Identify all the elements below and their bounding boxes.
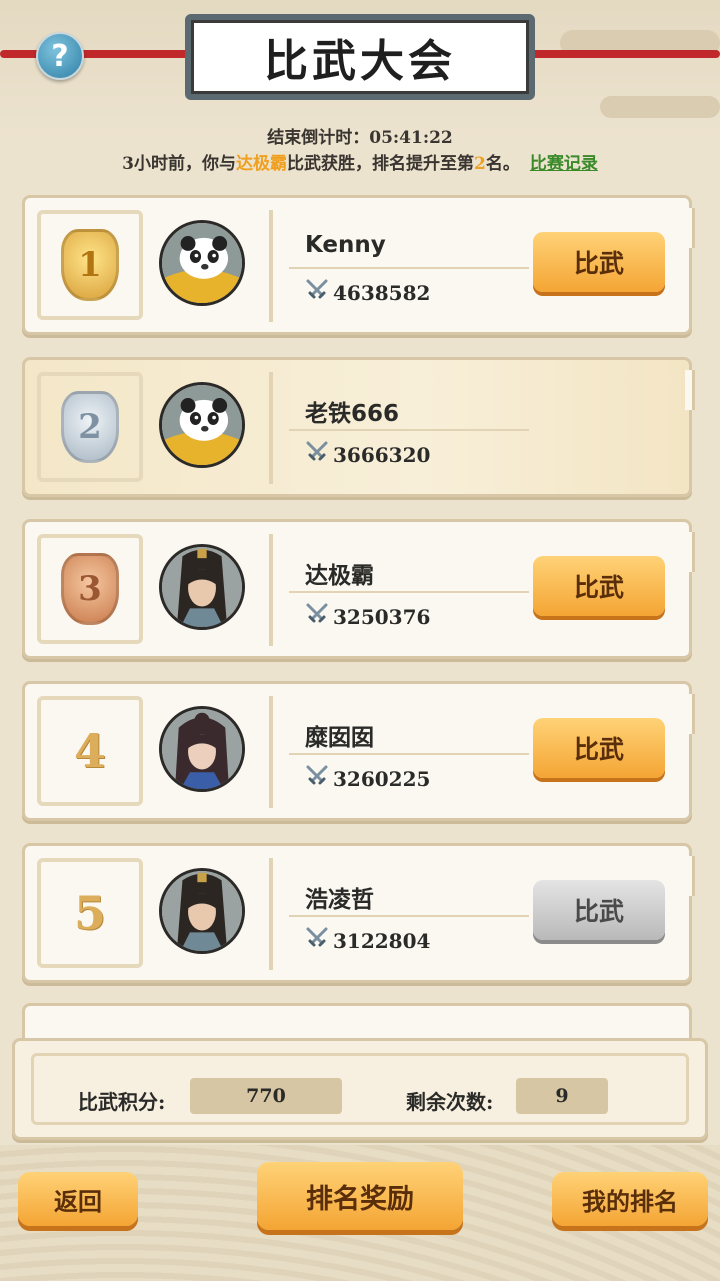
divider: [289, 915, 529, 917]
rank-box: 1: [37, 210, 143, 320]
rank-box: 2: [37, 372, 143, 482]
stats-inner: 比武积分: 770 剩余次数: 9: [31, 1053, 689, 1125]
avatar[interactable]: [159, 706, 245, 792]
back-button[interactable]: 返回: [18, 1172, 138, 1226]
score-label: 比武积分:: [78, 1090, 166, 1114]
crossed-swords-icon: [305, 764, 329, 793]
rank-medal-icon: 3: [61, 553, 119, 625]
challenge-button[interactable]: 比武: [533, 232, 665, 292]
score-value: 770: [190, 1078, 342, 1114]
crossed-swords-icon: [305, 278, 329, 307]
player-info: Kenny 4638582 比武: [269, 210, 669, 322]
combat-power: 3122804: [305, 926, 430, 955]
rope-left: [0, 50, 200, 58]
player-info: 达极霸 3250376 比武: [269, 534, 669, 646]
news-suffix: 名。: [485, 154, 520, 174]
card-edge: [685, 532, 695, 572]
card-edge: [685, 370, 695, 410]
combat-power: 3666320: [305, 440, 430, 469]
player-name: Kenny: [305, 232, 386, 258]
divider: [289, 267, 529, 269]
crossed-swords-icon: [305, 926, 329, 955]
battle-news: 3小时前，你与达极霸比武获胜，排名提升至第2名。 比赛记录: [0, 149, 720, 174]
rank-number: 5: [73, 886, 106, 940]
combat-power-value: 3250376: [333, 604, 431, 629]
divider: [289, 753, 529, 755]
rank-medal-icon: 1: [61, 229, 119, 301]
news-opponent: 达极霸: [236, 154, 287, 174]
combat-power-value: 4638582: [333, 280, 431, 305]
player-name: 老铁666: [305, 401, 400, 427]
avatar[interactable]: [159, 220, 245, 306]
rank-box: 3: [37, 534, 143, 644]
card-edge: [685, 856, 695, 896]
combat-power: 4638582: [305, 278, 430, 307]
rank-box: 5: [37, 858, 143, 968]
combat-power-value: 3260225: [333, 766, 431, 791]
countdown-value: 05:41:22: [369, 128, 453, 148]
avatar[interactable]: [159, 382, 245, 468]
remaining-value: 9: [516, 1078, 608, 1114]
crossed-swords-icon: [305, 602, 329, 631]
countdown-label: 结束倒计时：: [267, 128, 370, 148]
help-button[interactable]: ?: [36, 32, 84, 80]
avatar[interactable]: [159, 868, 245, 954]
match-record-link[interactable]: 比赛记录: [530, 154, 598, 174]
combat-power: 3260225: [305, 764, 430, 793]
rank-box: 4: [37, 696, 143, 806]
card-edge: [685, 694, 695, 734]
ranking-row: 5 浩凌哲 3122804 比武: [22, 843, 695, 983]
countdown: 结束倒计时：05:41:22: [0, 123, 720, 148]
page-title: 比武大会: [191, 20, 529, 94]
player-info: 浩凌哲 3122804 比武: [269, 858, 669, 970]
title-plate: 比武大会: [185, 14, 535, 100]
rope-right: [520, 50, 720, 58]
avatar[interactable]: [159, 544, 245, 630]
ranking-row: 1 Kenny 4638582 比武: [22, 195, 695, 335]
combat-power-value: 3666320: [333, 442, 431, 467]
card-edge: [685, 208, 695, 248]
news-rank: 2: [474, 154, 486, 174]
news-prefix: 3小时前，你与: [122, 154, 236, 174]
news-middle: 比武获胜，排名提升至第: [287, 154, 474, 174]
challenge-button[interactable]: 比武: [533, 556, 665, 616]
crossed-swords-icon: [305, 440, 329, 469]
player-info: 糜囡囡 3260225 比武: [269, 696, 669, 808]
list-item-partial: [22, 1003, 692, 1043]
divider: [289, 591, 529, 593]
my-rank-button[interactable]: 我的排名: [552, 1172, 708, 1226]
remaining-label: 剩余次数:: [406, 1090, 494, 1114]
cloud-decoration: [600, 96, 720, 118]
player-name: 浩凌哲: [305, 887, 374, 913]
combat-power-value: 3122804: [333, 928, 431, 953]
challenge-button: 比武: [533, 880, 665, 940]
rank-number: 4: [73, 724, 106, 778]
player-name: 达极霸: [305, 563, 374, 589]
player-info: 老铁666 3666320: [269, 372, 669, 484]
divider: [289, 429, 529, 431]
ranking-row: 4 糜囡囡 3260225 比武: [22, 681, 695, 821]
ranking-row: 2 老铁666 3666320: [22, 357, 695, 497]
stats-panel: 比武积分: 770 剩余次数: 9: [12, 1038, 708, 1140]
combat-power: 3250376: [305, 602, 430, 631]
player-name: 糜囡囡: [305, 725, 374, 751]
rank-medal-icon: 2: [61, 391, 119, 463]
ranking-row: 3 达极霸 3250376 比武: [22, 519, 695, 659]
challenge-button[interactable]: 比武: [533, 718, 665, 778]
rank-rewards-button[interactable]: 排名奖励: [257, 1162, 463, 1230]
